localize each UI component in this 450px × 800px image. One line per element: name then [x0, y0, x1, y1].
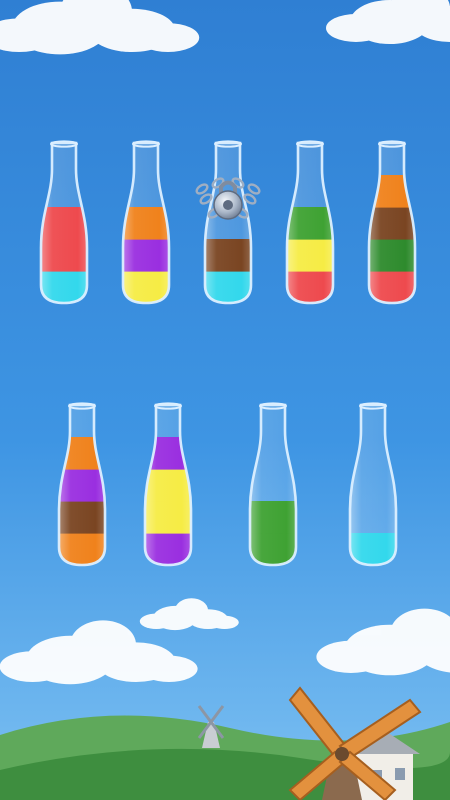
game-scene	[0, 0, 450, 800]
